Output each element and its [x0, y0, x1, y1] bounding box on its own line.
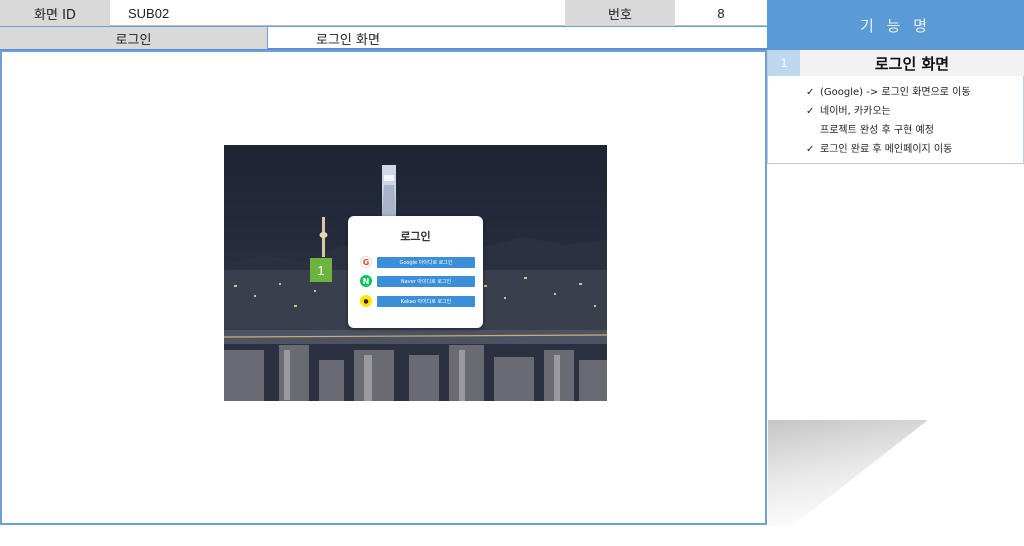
page-name: 로그인 [0, 27, 268, 49]
kakao-icon: ● [360, 295, 372, 307]
header-row-meta: 화면 ID SUB02 번호 8 [0, 0, 767, 26]
naver-login-row: N Naver 아이디로 로그인 [360, 275, 475, 287]
login-modal: 로그인 G Google 아이디로 로그인 N Naver 아이디로 로그인 ●… [348, 216, 483, 328]
feature-note-text: 프로젝트 완성 후 구현 예정 [820, 125, 934, 136]
feature-note-text: 로그인 완료 후 메인페이지 이동 [820, 144, 953, 155]
feature-note-text: (Google) -> 로그인 화면으로 이동 [820, 87, 971, 98]
feature-note: ✓ (Google) -> 로그인 화면으로 이동 [806, 83, 971, 102]
header-row-page: 로그인 로그인 화면 [0, 26, 767, 50]
google-login-button[interactable]: Google 아이디로 로그인 [377, 256, 475, 268]
feature-note: ✓ 로그인 완료 후 메인페이지 이동 [806, 140, 971, 159]
feature-notes: ✓ (Google) -> 로그인 화면으로 이동 ✓ 네이버, 카카오는 프로젝트… [806, 83, 971, 159]
kakao-login-button[interactable]: Kakao 아이디로 로그인 [377, 295, 475, 307]
feature-item-title: 로그인 화면 [800, 50, 1024, 76]
number-label: 번호 [565, 0, 675, 26]
kakao-login-row: ● Kakao 아이디로 로그인 [360, 295, 475, 307]
google-login-row: G Google 아이디로 로그인 [360, 256, 475, 268]
naver-login-button[interactable]: Naver 아이디로 로그인 [377, 275, 475, 287]
login-title: 로그인 [400, 230, 431, 243]
naver-icon: N [360, 275, 372, 287]
feature-note-text: 네이버, 카카오는 [820, 106, 891, 117]
screen-id-value: SUB02 [128, 5, 170, 21]
annotation-badge: 1 [310, 258, 332, 282]
page-description: 로그인 화면 [316, 32, 380, 48]
google-icon: G [360, 256, 372, 268]
feature-note: ✓ 네이버, 카카오는 [806, 102, 971, 121]
feature-panel-title: 기 능 명 [767, 0, 1024, 50]
number-value: 8 [717, 5, 725, 21]
check-icon: ✓ [806, 87, 815, 98]
feature-note: 프로젝트 완성 후 구현 예정 [806, 121, 971, 140]
screen-id-label: 화면 ID [0, 0, 110, 26]
check-icon: ✓ [806, 144, 815, 155]
check-icon: ✓ [806, 106, 815, 117]
feature-panel: 1 로그인 화면 ✓ (Google) -> 로그인 화면으로 이동 ✓ 네이버, … [767, 50, 1024, 164]
feature-item-number: 1 [768, 50, 800, 76]
panel-shadow [768, 420, 928, 526]
